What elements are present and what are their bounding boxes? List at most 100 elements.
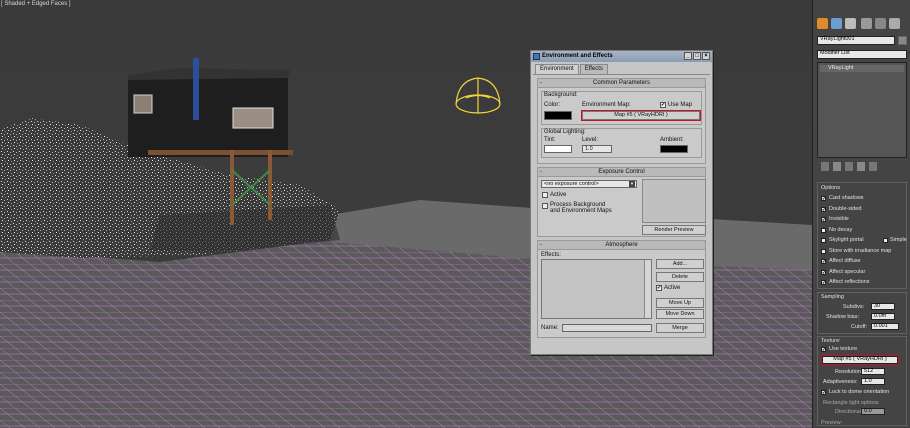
option-checkbox[interactable] [821, 248, 826, 254]
cutoff-spinner[interactable]: 0.001 [871, 323, 899, 330]
add-effect-button[interactable]: Add... [656, 259, 704, 269]
option-label: Invisible [829, 216, 849, 222]
rollout-title: Exposure Control [598, 169, 645, 175]
option-checkbox[interactable]: ✔ [821, 196, 826, 201]
object-name-field[interactable]: VRayLight001 [817, 36, 895, 45]
configure-sets-icon[interactable] [869, 162, 877, 171]
atmosphere-header[interactable]: - Atmosphere [538, 241, 705, 250]
merge-button[interactable]: Merge [656, 323, 704, 333]
close-button[interactable]: × [702, 52, 710, 60]
shadow-bias-label: Shadow bias: [826, 314, 860, 320]
exposure-preview-area [642, 179, 706, 223]
option-checkbox[interactable]: ✔ [821, 280, 826, 285]
exposure-dropdown-value: <no exposure control> [544, 181, 599, 187]
modify-tab-icon[interactable] [831, 18, 842, 29]
exposure-active-checkbox[interactable] [542, 192, 548, 198]
modifier-stack-item[interactable]: VRayLight [820, 65, 904, 72]
effects-list[interactable] [541, 259, 652, 319]
sampling-header: Sampling [821, 294, 844, 300]
directional-spinner[interactable]: 0.0 [861, 408, 885, 415]
show-end-result-icon[interactable] [833, 162, 841, 171]
texture-map-button[interactable]: Map #5 ( VRayHDRI ) [821, 355, 899, 365]
modifier-list-value: Modifier List [820, 50, 850, 56]
exposure-control-header[interactable]: - Exposure Control [538, 168, 705, 177]
effect-active-checkbox[interactable]: ✔ [656, 285, 662, 291]
option-checkbox[interactable]: ✔ [821, 259, 826, 264]
display-tab-icon[interactable] [875, 18, 886, 29]
name-label: Name: [541, 325, 559, 331]
atmosphere-rollout: - Atmosphere Effects: Add... Delete ✔ Act… [537, 240, 706, 338]
effect-name-field[interactable] [562, 324, 652, 332]
command-panel: VRayLight001 Modifier List VRayLight Opt… [812, 0, 910, 428]
ambient-color-swatch[interactable] [660, 145, 688, 153]
option-checkbox[interactable]: ✔ [821, 206, 826, 212]
render-preview-button[interactable]: Render Preview [642, 225, 706, 235]
create-tab-icon[interactable] [817, 18, 828, 29]
rectangle-options-label: Rectangle light options [823, 400, 879, 406]
preview-label: Preview: [821, 420, 843, 426]
option-label: Affect diffuse [829, 258, 861, 264]
minimize-button[interactable]: _ [684, 52, 692, 60]
effects-label: Effects: [541, 252, 561, 258]
motion-tab-icon[interactable] [861, 18, 872, 29]
texture-header: Texture: [821, 338, 841, 344]
subdivs-spinner[interactable]: 30 [871, 303, 895, 310]
tint-color-swatch[interactable] [544, 145, 572, 153]
dome-light-gizmo [455, 77, 501, 114]
dialog-titlebar[interactable]: Environment and Effects _ □ × [531, 51, 712, 62]
chimney [193, 58, 199, 120]
simple-checkbox[interactable] [883, 238, 888, 243]
lock-dome-checkbox[interactable]: ✔ [821, 390, 826, 395]
adaptiveness-spinner[interactable]: 1.0 [861, 378, 885, 385]
tint-label: Tint: [544, 137, 556, 143]
object-color-swatch[interactable] [898, 36, 907, 45]
process-background-label-2: and Environment Maps [550, 208, 612, 214]
option-label: Affect reflections [829, 279, 870, 285]
option-checkbox[interactable]: ✔ [821, 269, 826, 275]
use-map-checkbox[interactable]: ✔ [660, 102, 666, 108]
perspective-viewport[interactable]: [ Shaded + Edged Faces ] Environment and… [0, 0, 812, 428]
process-background-checkbox[interactable] [542, 203, 548, 209]
tab-effects[interactable]: Effects [579, 64, 608, 74]
global-lighting-group: Global Lighting: Tint: Level: 1.0 Ambien… [541, 128, 702, 158]
option-label: Cast shadows [829, 195, 864, 201]
shadow-bias-spinner[interactable]: 0.0m [871, 313, 895, 320]
options-header: Options [821, 185, 840, 191]
common-parameters-rollout: - Common Parameters Background: Color: En… [537, 78, 706, 164]
option-checkbox[interactable] [821, 238, 826, 243]
exposure-type-dropdown[interactable]: <no exposure control> ▼ [541, 180, 637, 188]
move-down-button[interactable]: Move Down [656, 309, 704, 319]
dialog-title: Environment and Effects [542, 53, 613, 59]
option-label: Store with irradiance map [829, 247, 892, 254]
option-label: Double-sided [829, 205, 862, 212]
viewport-label[interactable]: [ Shaded + Edged Faces ] [1, 1, 71, 7]
option-checkbox[interactable]: ✔ [821, 217, 826, 222]
modifier-stack: VRayLight [817, 62, 907, 158]
level-spinner[interactable]: 1.0 [582, 145, 612, 153]
use-texture-checkbox[interactable]: ✔ [821, 347, 826, 352]
background-label: Background: [544, 92, 578, 98]
pin-stack-icon[interactable] [821, 162, 829, 171]
ambient-label: Ambient: [660, 137, 684, 143]
stack-toolbar [817, 162, 907, 174]
option-checkbox[interactable] [821, 227, 826, 233]
app-window: [ Shaded + Edged Faces ] Environment and… [0, 0, 910, 428]
utilities-tab-icon[interactable] [889, 18, 900, 29]
resolution-spinner[interactable]: 512 [861, 368, 885, 375]
background-color-swatch[interactable] [544, 111, 572, 120]
rollout-title: Atmosphere [605, 242, 638, 248]
modifier-list-dropdown[interactable]: Modifier List [817, 50, 907, 59]
environment-effects-dialog: Environment and Effects _ □ × Environmen… [530, 50, 713, 355]
remove-modifier-icon[interactable] [857, 162, 865, 171]
tab-environment[interactable]: Environment [535, 64, 579, 74]
make-unique-icon[interactable] [845, 162, 853, 171]
move-up-button[interactable]: Move Up [656, 298, 704, 308]
simple-label: Simple [890, 237, 907, 243]
maximize-button[interactable]: □ [693, 52, 701, 60]
hierarchy-tab-icon[interactable] [845, 18, 856, 29]
common-parameters-header[interactable]: - Common Parameters [538, 79, 705, 88]
effects-list-scrollbar[interactable] [644, 260, 651, 318]
delete-effect-button[interactable]: Delete [656, 272, 704, 282]
adaptiveness-label: Adaptiveness: [823, 379, 858, 385]
environment-map-button[interactable]: Map #5 ( VRayHDRI ) [581, 110, 701, 121]
